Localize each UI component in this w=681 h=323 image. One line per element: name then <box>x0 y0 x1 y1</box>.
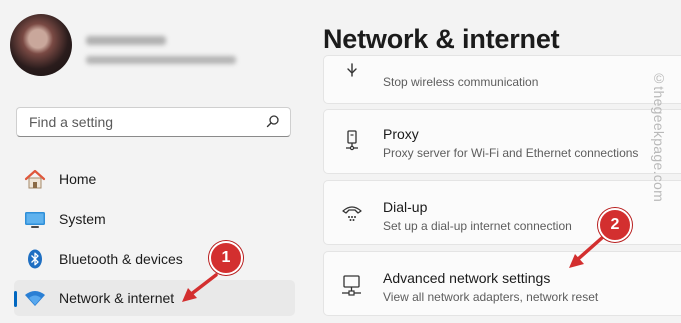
settings-card-advanced-network-settings[interactable]: Advanced network settings View all netwo… <box>323 251 681 316</box>
card-title: Dial-up <box>383 199 428 215</box>
active-indicator <box>14 291 17 307</box>
settings-card-proxy[interactable]: Proxy Proxy server for Wi-Fi and Etherne… <box>323 109 681 174</box>
bluetooth-icon <box>24 249 46 269</box>
sidebar-item-system[interactable]: System <box>14 201 295 237</box>
sidebar-item-label: Bluetooth & devices <box>59 251 183 267</box>
avatar[interactable] <box>10 14 72 76</box>
sidebar-item-label: Home <box>59 171 97 187</box>
page-title: Network & internet <box>323 24 560 54</box>
card-title: Advanced network settings <box>383 270 551 286</box>
card-subtitle: Stop wireless communication <box>383 75 539 89</box>
card-subtitle: Proxy server for Wi-Fi and Ethernet conn… <box>383 146 639 160</box>
card-title: Proxy <box>383 126 419 142</box>
watermark: ©thegeekpage.com <box>651 70 667 203</box>
search-box[interactable] <box>16 107 291 137</box>
sidebar: Home System Bluetooth & devices <box>0 0 305 323</box>
user-name-blurred <box>86 36 166 45</box>
monitor-icon <box>24 209 46 229</box>
proxy-icon <box>340 129 364 153</box>
sidebar-item-label: Network & internet <box>59 290 175 306</box>
airplane-icon <box>340 62 364 86</box>
wifi-icon <box>24 288 46 308</box>
user-email-blurred <box>86 56 236 64</box>
dialup-icon <box>340 201 364 225</box>
settings-card-airplane-mode[interactable]: Stop wireless communication <box>323 55 681 104</box>
sidebar-item-label: System <box>59 211 106 227</box>
sidebar-item-bluetooth-devices[interactable]: Bluetooth & devices <box>14 241 295 277</box>
callout-badge-1: 1 <box>209 241 243 275</box>
search-input[interactable] <box>27 108 261 136</box>
card-subtitle: Set up a dial-up internet connection <box>383 219 572 233</box>
card-subtitle: View all network adapters, network reset <box>383 290 599 304</box>
sidebar-item-network-internet[interactable]: Network & internet <box>14 280 295 316</box>
network-adapter-icon <box>340 274 364 298</box>
home-icon <box>24 169 46 189</box>
callout-badge-2: 2 <box>598 208 632 242</box>
search-icon[interactable] <box>266 114 280 133</box>
sidebar-item-home[interactable]: Home <box>14 161 295 197</box>
